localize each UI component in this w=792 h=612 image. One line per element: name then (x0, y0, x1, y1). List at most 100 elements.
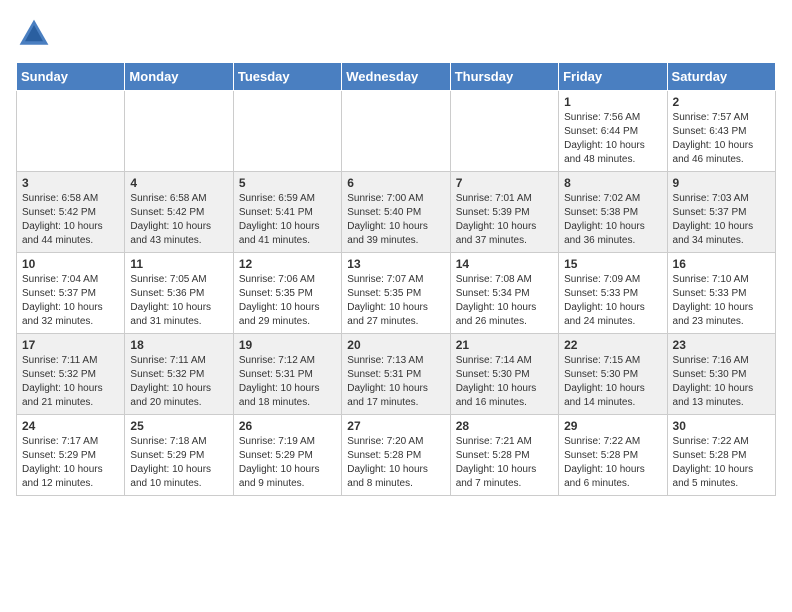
day-number: 8 (564, 176, 661, 190)
day-number: 1 (564, 95, 661, 109)
calendar-cell: 10Sunrise: 7:04 AM Sunset: 5:37 PM Dayli… (17, 253, 125, 334)
day-number: 14 (456, 257, 553, 271)
weekday-header-sunday: Sunday (17, 63, 125, 91)
calendar-cell: 21 Sunrise: 7:14 AM Sunset: 5:30 PM Dayli… (450, 334, 558, 415)
page-header (16, 16, 776, 52)
calendar-table: SundayMondayTuesdayWednesdayThursdayFrid… (16, 62, 776, 496)
day-number: 11 (130, 257, 227, 271)
day-info: Sunrise: 7:02 AM Sunset: 5:38 PM Dayligh… (564, 192, 661, 248)
day-info: Sunrise: 7:04 AM Sunset: 5:37 PM Dayligh… (22, 273, 119, 329)
day-info: Sunrise: 7:08 AM Sunset: 5:34 PM Dayligh… (456, 273, 553, 329)
day-info: Sunrise: 7:57 AM Sunset: 6:43 PM Dayligh… (673, 111, 770, 167)
day-number: 20 (347, 338, 444, 352)
calendar-cell: 27 Sunrise: 7:20 AM Sunset: 5:28 PM Dayli… (342, 415, 450, 496)
day-number: 24 (22, 419, 119, 433)
day-number: 6 (347, 176, 444, 190)
day-number: 30 (673, 419, 770, 433)
calendar-cell: 9 Sunrise: 7:03 AM Sunset: 5:37 PM Daylig… (667, 172, 775, 253)
calendar-cell: 15 Sunrise: 7:09 AM Sunset: 5:33 PM Dayli… (559, 253, 667, 334)
calendar-cell: 30Sunrise: 7:22 AM Sunset: 5:28 PM Dayli… (667, 415, 775, 496)
day-info: Sunrise: 7:10 AM Sunset: 5:33 PM Dayligh… (673, 273, 770, 329)
day-info: Sunrise: 7:16 AM Sunset: 5:30 PM Dayligh… (673, 354, 770, 410)
day-info: Sunrise: 7:20 AM Sunset: 5:28 PM Dayligh… (347, 435, 444, 491)
day-number: 4 (130, 176, 227, 190)
day-number: 13 (347, 257, 444, 271)
day-info: Sunrise: 7:03 AM Sunset: 5:37 PM Dayligh… (673, 192, 770, 248)
day-info: Sunrise: 7:09 AM Sunset: 5:33 PM Dayligh… (564, 273, 661, 329)
logo (16, 16, 56, 52)
day-info: Sunrise: 7:21 AM Sunset: 5:28 PM Dayligh… (456, 435, 553, 491)
day-number: 5 (239, 176, 336, 190)
logo-icon (16, 16, 52, 52)
day-info: Sunrise: 7:17 AM Sunset: 5:29 PM Dayligh… (22, 435, 119, 491)
day-number: 2 (673, 95, 770, 109)
calendar-cell: 5Sunrise: 6:59 AM Sunset: 5:41 PM Daylig… (233, 172, 341, 253)
calendar-cell: 6 Sunrise: 7:00 AM Sunset: 5:40 PM Daylig… (342, 172, 450, 253)
calendar-cell (450, 91, 558, 172)
day-number: 28 (456, 419, 553, 433)
calendar-cell: 2 Sunrise: 7:57 AM Sunset: 6:43 PM Daylig… (667, 91, 775, 172)
day-number: 19 (239, 338, 336, 352)
day-info: Sunrise: 7:11 AM Sunset: 5:32 PM Dayligh… (22, 354, 119, 410)
day-info: Sunrise: 7:06 AM Sunset: 5:35 PM Dayligh… (239, 273, 336, 329)
day-info: Sunrise: 7:56 AM Sunset: 6:44 PM Dayligh… (564, 111, 661, 167)
page-container: SundayMondayTuesdayWednesdayThursdayFrid… (0, 0, 792, 504)
calendar-cell: 12 Sunrise: 7:06 AM Sunset: 5:35 PM Dayli… (233, 253, 341, 334)
week-row-2: 3 Sunrise: 6:58 AM Sunset: 5:42 PM Daylig… (17, 172, 776, 253)
calendar-cell: 1 Sunrise: 7:56 AM Sunset: 6:44 PM Daylig… (559, 91, 667, 172)
calendar-cell: 16Sunrise: 7:10 AM Sunset: 5:33 PM Dayli… (667, 253, 775, 334)
calendar-cell (17, 91, 125, 172)
weekday-header-tuesday: Tuesday (233, 63, 341, 91)
calendar-cell: 26Sunrise: 7:19 AM Sunset: 5:29 PM Dayli… (233, 415, 341, 496)
day-number: 7 (456, 176, 553, 190)
calendar-cell: 18Sunrise: 7:11 AM Sunset: 5:32 PM Dayli… (125, 334, 233, 415)
calendar-cell: 22 Sunrise: 7:15 AM Sunset: 5:30 PM Dayli… (559, 334, 667, 415)
week-row-4: 17Sunrise: 7:11 AM Sunset: 5:32 PM Dayli… (17, 334, 776, 415)
day-info: Sunrise: 7:12 AM Sunset: 5:31 PM Dayligh… (239, 354, 336, 410)
day-info: Sunrise: 7:07 AM Sunset: 5:35 PM Dayligh… (347, 273, 444, 329)
weekday-header-monday: Monday (125, 63, 233, 91)
day-number: 3 (22, 176, 119, 190)
week-row-5: 24 Sunrise: 7:17 AM Sunset: 5:29 PM Dayli… (17, 415, 776, 496)
calendar-cell: 23 Sunrise: 7:16 AM Sunset: 5:30 PM Dayli… (667, 334, 775, 415)
day-info: Sunrise: 7:15 AM Sunset: 5:30 PM Dayligh… (564, 354, 661, 410)
calendar-cell (125, 91, 233, 172)
day-info: Sunrise: 7:19 AM Sunset: 5:29 PM Dayligh… (239, 435, 336, 491)
weekday-header-saturday: Saturday (667, 63, 775, 91)
day-number: 29 (564, 419, 661, 433)
calendar-cell: 20 Sunrise: 7:13 AM Sunset: 5:31 PM Dayli… (342, 334, 450, 415)
day-number: 9 (673, 176, 770, 190)
day-number: 21 (456, 338, 553, 352)
weekday-header-wednesday: Wednesday (342, 63, 450, 91)
day-info: Sunrise: 7:05 AM Sunset: 5:36 PM Dayligh… (130, 273, 227, 329)
calendar-cell: 8 Sunrise: 7:02 AM Sunset: 5:38 PM Daylig… (559, 172, 667, 253)
day-number: 23 (673, 338, 770, 352)
calendar-cell: 29Sunrise: 7:22 AM Sunset: 5:28 PM Dayli… (559, 415, 667, 496)
calendar-cell: 17Sunrise: 7:11 AM Sunset: 5:32 PM Dayli… (17, 334, 125, 415)
day-number: 27 (347, 419, 444, 433)
calendar-cell: 25Sunrise: 7:18 AM Sunset: 5:29 PM Dayli… (125, 415, 233, 496)
calendar-cell: 14 Sunrise: 7:08 AM Sunset: 5:34 PM Dayli… (450, 253, 558, 334)
day-number: 18 (130, 338, 227, 352)
calendar-cell: 3Sunrise: 6:58 AM Sunset: 5:42 PM Daylig… (17, 172, 125, 253)
day-info: Sunrise: 7:13 AM Sunset: 5:31 PM Dayligh… (347, 354, 444, 410)
calendar-cell: 19 Sunrise: 7:12 AM Sunset: 5:31 PM Dayli… (233, 334, 341, 415)
calendar-cell: 24 Sunrise: 7:17 AM Sunset: 5:29 PM Dayli… (17, 415, 125, 496)
weekday-header-friday: Friday (559, 63, 667, 91)
day-info: Sunrise: 7:00 AM Sunset: 5:40 PM Dayligh… (347, 192, 444, 248)
week-row-3: 10Sunrise: 7:04 AM Sunset: 5:37 PM Dayli… (17, 253, 776, 334)
day-info: Sunrise: 7:14 AM Sunset: 5:30 PM Dayligh… (456, 354, 553, 410)
week-row-1: 1 Sunrise: 7:56 AM Sunset: 6:44 PM Daylig… (17, 91, 776, 172)
day-info: Sunrise: 6:58 AM Sunset: 5:42 PM Dayligh… (130, 192, 227, 248)
weekday-header-row: SundayMondayTuesdayWednesdayThursdayFrid… (17, 63, 776, 91)
calendar-cell: 28 Sunrise: 7:21 AM Sunset: 5:28 PM Dayli… (450, 415, 558, 496)
day-number: 22 (564, 338, 661, 352)
day-number: 25 (130, 419, 227, 433)
day-number: 15 (564, 257, 661, 271)
day-number: 12 (239, 257, 336, 271)
calendar-cell: 13 Sunrise: 7:07 AM Sunset: 5:35 PM Dayli… (342, 253, 450, 334)
day-info: Sunrise: 7:01 AM Sunset: 5:39 PM Dayligh… (456, 192, 553, 248)
calendar-cell: 4 Sunrise: 6:58 AM Sunset: 5:42 PM Daylig… (125, 172, 233, 253)
weekday-header-thursday: Thursday (450, 63, 558, 91)
calendar-cell: 11 Sunrise: 7:05 AM Sunset: 5:36 PM Dayli… (125, 253, 233, 334)
